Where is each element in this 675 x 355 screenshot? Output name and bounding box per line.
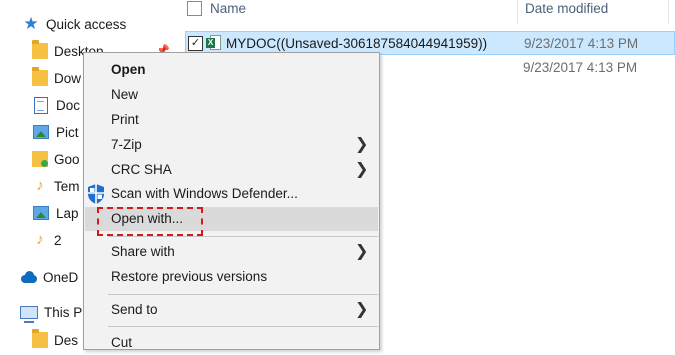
chevron-right-icon: ❯ — [355, 243, 369, 260]
nav-item-label: Des — [54, 332, 79, 348]
file-date-modified: 9/23/2017 4:13 PM — [523, 60, 638, 75]
menu-item-label: Scan with Windows Defender... — [111, 186, 298, 201]
column-header: Name Date modified — [180, 0, 675, 24]
folder-icon — [32, 40, 48, 59]
menu-item-label: Restore previous versions — [111, 269, 268, 284]
menu-item-share-with[interactable]: Share with ❯ — [85, 240, 378, 264]
menu-item-open[interactable]: Open — [85, 58, 378, 82]
menu-item-cut[interactable]: Cut — [85, 331, 378, 355]
menu-separator — [108, 236, 378, 237]
nav-item-downloads[interactable]: Dow — [32, 66, 81, 90]
menu-separator — [108, 294, 378, 295]
documents-icon — [34, 96, 48, 114]
nav-item-tem[interactable]: ♪ Tem — [32, 174, 80, 198]
column-header-date-modified[interactable]: Date modified — [525, 1, 608, 16]
menu-item-label: Print — [111, 112, 139, 127]
nav-item-label: Doc — [56, 97, 81, 113]
context-menu: Open New Print 7-Zip ❯ CRC SHA ❯ Scan wi… — [83, 52, 380, 350]
onedrive-icon — [20, 269, 38, 285]
menu-item-new[interactable]: New — [85, 83, 378, 107]
menu-item-label: CRC SHA — [111, 162, 172, 177]
music-icon: ♪ — [36, 177, 44, 194]
nav-item-this-pc[interactable]: This P — [20, 300, 82, 324]
windows-defender-shield-icon — [88, 184, 104, 204]
chevron-right-icon: ❯ — [355, 301, 369, 318]
menu-item-send-to[interactable]: Send to ❯ — [85, 298, 378, 322]
star-icon: ★ — [23, 14, 39, 33]
nav-item-onedrive[interactable]: OneD — [20, 265, 78, 289]
folder-icon — [32, 329, 48, 348]
column-divider[interactable] — [668, 0, 669, 24]
menu-item-crc-sha[interactable]: CRC SHA ❯ — [85, 158, 378, 182]
menu-item-label: Send to — [111, 302, 158, 317]
menu-item-print[interactable]: Print — [85, 108, 378, 132]
nav-item-label: OneD — [43, 269, 79, 285]
this-pc-icon — [20, 305, 38, 323]
excel-file-icon: X — [206, 35, 222, 51]
google-drive-icon — [32, 151, 48, 167]
menu-item-label: Cut — [111, 335, 133, 350]
menu-item-restore-previous-versions[interactable]: Restore previous versions — [85, 265, 378, 289]
nav-item-label: This P — [44, 304, 83, 320]
file-date-modified: 9/23/2017 4:13 PM — [524, 36, 639, 51]
nav-item-label: Tem — [54, 178, 80, 194]
nav-item-desktop-pc[interactable]: Des — [32, 328, 78, 352]
select-all-checkbox[interactable] — [187, 1, 202, 16]
menu-item-scan-defender[interactable]: Scan with Windows Defender... — [85, 182, 378, 206]
nav-item-label: 2 — [54, 232, 62, 248]
nav-item-label: Goo — [54, 151, 80, 167]
nav-item-pictures[interactable]: Pict — [32, 120, 79, 144]
menu-item-label: Open with... — [111, 211, 184, 226]
nav-item-2[interactable]: ♪ 2 — [32, 228, 62, 252]
nav-item-quick-access[interactable]: ★ Quick access — [22, 12, 126, 36]
nav-item-google-drive[interactable]: Goo — [32, 147, 80, 171]
menu-item-label: New — [111, 87, 139, 102]
pictures-icon — [33, 206, 49, 220]
nav-item-label: Quick access — [46, 16, 127, 32]
nav-item-documents[interactable]: Doc — [32, 93, 80, 117]
chevron-right-icon: ❯ — [355, 161, 369, 178]
menu-item-label: Open — [111, 62, 146, 77]
nav-item-lap[interactable]: Lap — [32, 201, 79, 225]
file-name: MYDOC((Unsaved-306187584044941959)) — [226, 36, 488, 51]
column-divider[interactable] — [517, 0, 518, 24]
menu-item-label: Share with — [111, 244, 175, 259]
folder-icon — [32, 67, 48, 86]
menu-item-7-zip[interactable]: 7-Zip ❯ — [85, 133, 378, 157]
menu-separator — [108, 326, 378, 327]
music-icon: ♪ — [36, 231, 44, 248]
nav-item-label: Lap — [56, 205, 79, 221]
menu-item-label: 7-Zip — [111, 137, 142, 152]
nav-item-label: Pict — [56, 124, 79, 140]
chevron-right-icon: ❯ — [355, 136, 369, 153]
pictures-icon — [33, 125, 49, 139]
column-header-name[interactable]: Name — [210, 1, 246, 16]
nav-item-label: Dow — [54, 70, 82, 86]
menu-item-open-with[interactable]: Open with... — [85, 207, 378, 231]
row-checkbox[interactable]: ✓ — [188, 36, 203, 51]
